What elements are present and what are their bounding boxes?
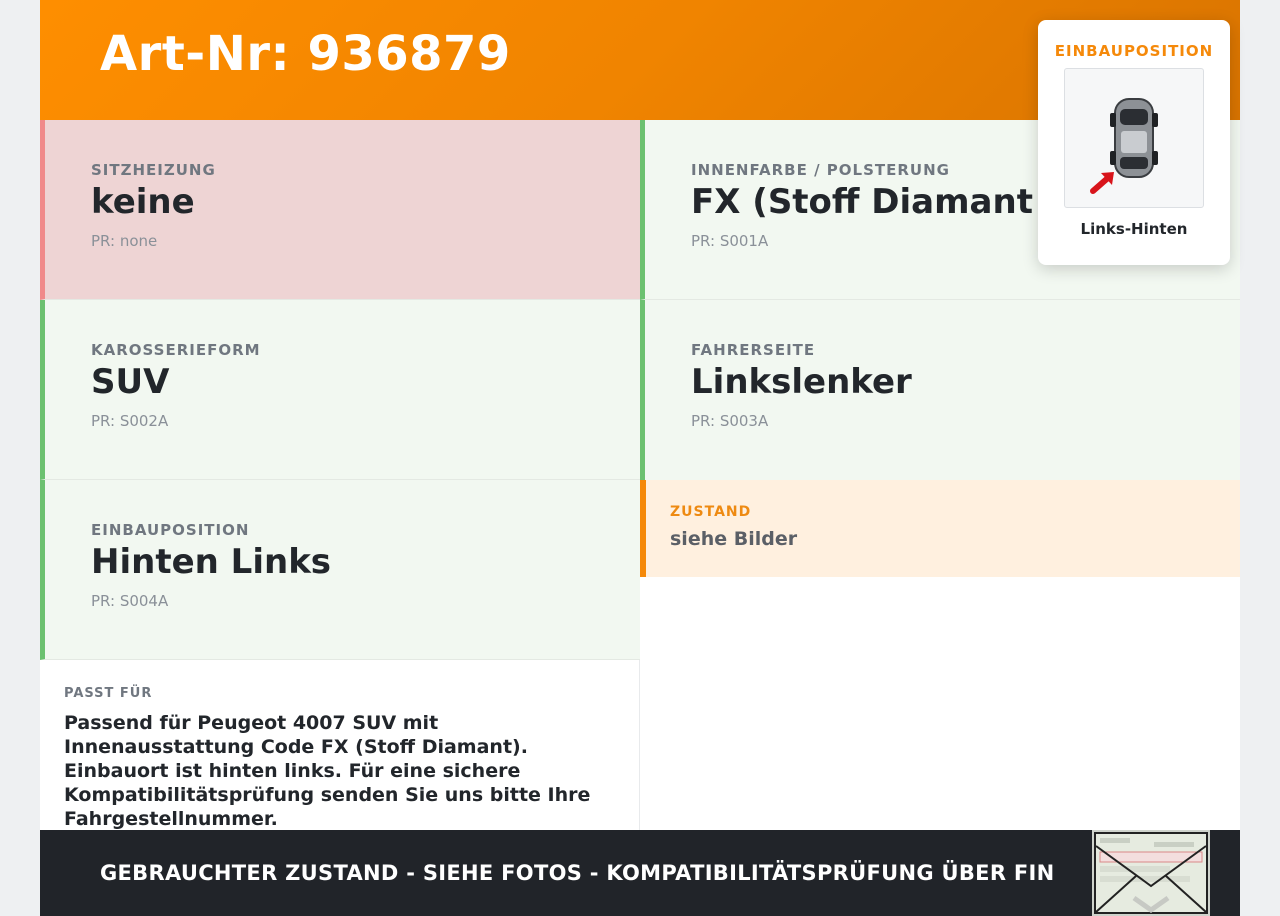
fitment-label: PASST FÜR [64,686,153,701]
spec-label: EINBAUPOSITION [91,521,250,539]
spec-value: Linkslenker [691,362,912,402]
footer-bar: GEBRAUCHTER ZUSTAND - SIEHE FOTOS - KOMP… [40,830,1240,916]
condition-box: ZUSTAND siehe Bilder [640,480,1240,577]
spec-cell-einbauposition: EINBAUPOSITION Hinten Links PR: S004A [40,480,640,660]
spec-pr-code: PR: S003A [691,412,769,430]
spec-label: KAROSSERIEFORM [91,341,261,359]
spec-cell-karosserieform: KAROSSERIEFORM SUV PR: S002A [40,300,640,480]
spec-label: SITZHEIZUNG [91,161,216,179]
spec-cell-fahrerseite: FAHRERSEITE Linkslenker PR: S003A [640,300,1240,480]
spec-cell-sitzheizung: SITZHEIZUNG keine PR: none [40,120,640,300]
spec-pr-code: PR: S002A [91,412,169,430]
condition-value: siehe Bilder [670,528,798,550]
popup-caption: Links-Hinten [1080,220,1188,238]
car-position-image [1064,68,1204,208]
footer-notice: GEBRAUCHTER ZUSTAND - SIEHE FOTOS - KOMP… [100,861,1055,885]
spec-label: FAHRERSEITE [691,341,816,359]
spec-pr-code: PR: S004A [91,592,169,610]
car-top-view-icon [1090,98,1158,194]
document-image [1094,832,1208,914]
popup-title: EINBAUPOSITION [1054,42,1214,60]
spec-value: Hinten Links [91,542,332,582]
vehicle-document-thumbnail[interactable] [1092,830,1210,916]
fitment-description: Passend für Peugeot 4007 SUV mit Innenau… [64,712,591,830]
spec-pr-code: PR: none [91,232,158,250]
article-number: Art-Nr: 936879 [100,26,511,82]
spec-value: keine [91,182,195,222]
mounting-position-popup: EINBAUPOSITION Links-Hinten [1038,20,1230,265]
fitment-box: PASST FÜR Passend für Peugeot 4007 SUV m… [40,660,640,830]
spec-value: SUV [91,362,170,402]
condition-label: ZUSTAND [670,504,752,520]
